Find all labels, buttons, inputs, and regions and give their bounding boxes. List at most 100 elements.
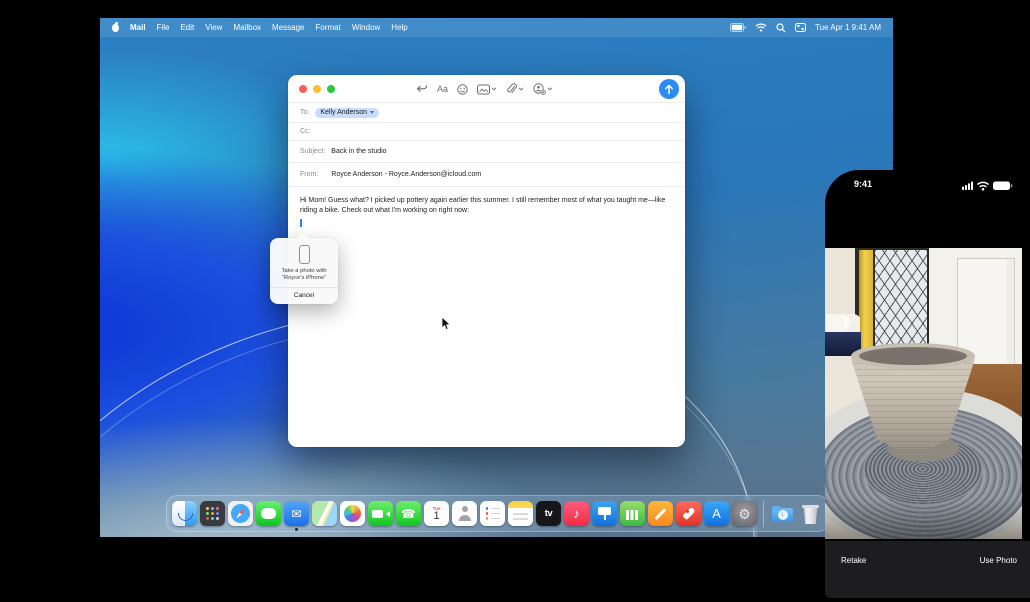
dock-icon-phone[interactable]: ☎ [396, 501, 421, 526]
attachment-button[interactable] [506, 83, 524, 95]
menu-item-window[interactable]: Window [352, 23, 380, 32]
paperclip-icon [506, 83, 517, 95]
iphone-screen: 9:41 [825, 170, 1030, 598]
dock-icon-mail[interactable]: ✉ [284, 501, 309, 526]
dock-icon-photos[interactable] [340, 501, 365, 526]
recipient-name: Kelly Anderson [320, 109, 367, 116]
battery-icon [993, 182, 1012, 191]
dock-icon-keynote[interactable] [592, 501, 617, 526]
undo-icon [416, 84, 428, 95]
menu-item-format[interactable]: Format [316, 23, 341, 32]
search-icon[interactable] [776, 23, 786, 33]
photo-bottom-shade [825, 498, 1022, 539]
menu-item-help[interactable]: Help [391, 23, 407, 32]
chevron-down-icon [518, 87, 524, 91]
take-photo-popover: Take a photo with “Royce's iPhone” Cance… [270, 238, 338, 304]
iphone-status-icons [962, 180, 1014, 191]
menu-bar: Mail File Edit View Mailbox Message Format Wind… [100, 18, 893, 37]
icon-glyph: ♪ [573, 507, 580, 520]
from-label: From: [300, 171, 318, 178]
menu-item-message[interactable]: Message [272, 23, 304, 32]
dock-icon-rocket[interactable] [676, 501, 701, 526]
dock-icon-maps[interactable] [312, 501, 337, 526]
dock-icon-downloads[interactable]: ↓ [770, 501, 795, 526]
chevron-down-icon [491, 87, 497, 91]
dock-icon-messages[interactable] [256, 501, 281, 526]
subject-label: Subject: [300, 148, 325, 155]
iphone-clock: 9:41 [854, 179, 872, 189]
subject-value: Back in the studio [331, 148, 386, 155]
insert-from-device-button[interactable] [533, 83, 553, 95]
running-indicator [295, 528, 297, 530]
wifi-icon[interactable] [755, 23, 767, 32]
recipient-token[interactable]: Kelly Anderson [315, 108, 379, 118]
control-center-icon[interactable] [795, 23, 806, 32]
cc-field[interactable]: Cc: [288, 123, 685, 141]
minimize-window-button[interactable] [313, 85, 321, 93]
emoji-icon [457, 84, 468, 95]
dock-icon-facetime[interactable] [368, 501, 393, 526]
dock-icon-launchpad[interactable] [200, 501, 225, 526]
photo-bowl-interior [859, 347, 967, 365]
chevron-down-icon [547, 87, 553, 91]
icon-glyph: ↓ [778, 510, 788, 520]
send-button[interactable] [659, 79, 679, 99]
use-photo-button[interactable]: Use Photo [980, 556, 1017, 598]
menu-bar-status: Tue Apr 1 9:41 AM [730, 23, 881, 33]
icon-glyph: ☎ [401, 508, 416, 520]
mouse-cursor [441, 316, 452, 331]
iphone-status-bar: 9:41 [825, 179, 1030, 193]
dock-icon-reminders[interactable] [480, 501, 505, 526]
zoom-window-button[interactable] [327, 85, 335, 93]
iphone-icon [299, 245, 310, 264]
icon-glyph: ✉ [291, 508, 301, 520]
dock-icon-settings[interactable]: ⚙ [732, 501, 757, 526]
dock-icon-safari[interactable] [228, 501, 253, 526]
dock-icon-contacts[interactable] [452, 501, 477, 526]
menu-item-view[interactable]: View [205, 23, 222, 32]
menu-item-mailbox[interactable]: Mailbox [233, 23, 261, 32]
dock-icon-music[interactable]: ♪ [564, 501, 589, 526]
photo-browser-button[interactable] [477, 84, 497, 95]
popover-text-line2: “Royce's iPhone” [270, 275, 338, 282]
retake-button[interactable]: Retake [841, 556, 866, 598]
menu-item-mail[interactable]: Mail [130, 23, 146, 32]
insert-contact-icon [533, 83, 546, 95]
dock-icon-finder[interactable] [172, 501, 197, 526]
mail-compose-window: Aa [288, 75, 685, 447]
dock-icon-tv[interactable]: tv [536, 501, 561, 526]
icon-glyph: A [712, 507, 721, 520]
menu-item-edit[interactable]: Edit [180, 23, 194, 32]
battery-icon[interactable] [730, 23, 746, 32]
dock-icon-pages[interactable] [648, 501, 673, 526]
to-field[interactable]: To: Kelly Anderson [288, 103, 685, 123]
format-button[interactable]: Aa [437, 84, 448, 94]
window-controls [299, 85, 335, 93]
to-label: To: [300, 109, 309, 116]
arrow-up-icon [664, 84, 674, 95]
message-body-text: Hi Mom! Guess what? I picked up pottery … [300, 196, 673, 215]
subject-field[interactable]: Subject: Back in the studio [288, 141, 685, 163]
dock: ✉ ☎ Tue1 tv ♪ A ⚙ ↓ [166, 495, 829, 532]
dock-icon-notes[interactable] [508, 501, 533, 526]
camera-action-bar: Retake Use Photo [825, 541, 1030, 598]
from-field[interactable]: From: Royce Anderson - Royce.Anderson@ic… [288, 163, 685, 187]
dock-icon-calendar[interactable]: Tue1 [424, 501, 449, 526]
icon-glyph: tv [545, 509, 552, 519]
close-window-button[interactable] [299, 85, 307, 93]
emoji-button[interactable] [457, 84, 468, 95]
menu-bar-clock[interactable]: Tue Apr 1 9:41 AM [815, 23, 881, 32]
message-body[interactable]: Hi Mom! Guess what? I picked up pottery … [288, 187, 685, 227]
text-cursor [300, 219, 302, 227]
apple-menu-icon[interactable] [112, 24, 119, 32]
dock-icon-trash[interactable] [798, 501, 823, 526]
compose-toolbar: Aa [416, 75, 553, 103]
photo-lattice-window [875, 250, 927, 350]
undo-button[interactable] [416, 84, 428, 95]
format-label: Aa [437, 84, 448, 94]
menu-item-file[interactable]: File [157, 23, 170, 32]
dock-icon-appstore[interactable]: A [704, 501, 729, 526]
cancel-button[interactable]: Cancel [270, 288, 338, 304]
dock-icon-numbers[interactable] [620, 501, 645, 526]
compose-titlebar: Aa [288, 75, 685, 103]
